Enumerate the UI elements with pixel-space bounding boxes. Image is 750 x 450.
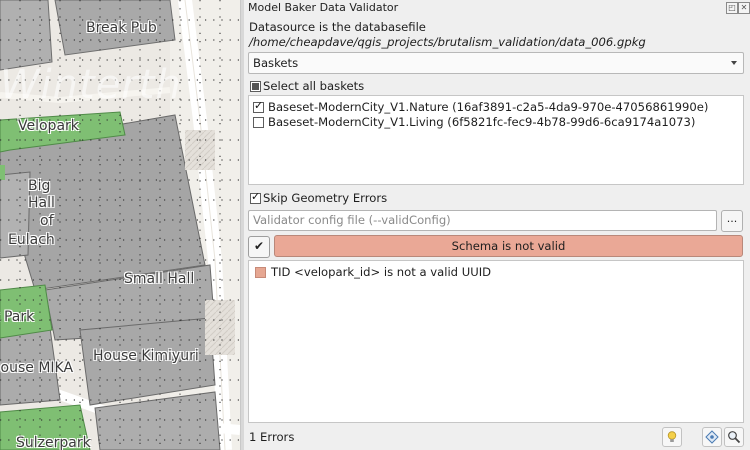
error-list[interactable]: TID <velopark_id> is not a valid UUID (248, 260, 744, 423)
float-dock-icon[interactable]: ◰ (726, 2, 738, 14)
map-label-house-mika: House MIKA (0, 360, 74, 376)
select-all-checkbox-box[interactable] (250, 81, 261, 92)
filter-mode-value: Baskets (253, 56, 299, 70)
basket-label: Baseset-ModernCity_V1.Nature (16af3891-c… (268, 100, 709, 114)
skip-geometry-label: Skip Geometry Errors (263, 191, 388, 205)
validation-result-bar: Schema is not valid (274, 235, 743, 257)
map-label-sulzerpark: Sulzerpark (16, 435, 91, 450)
map-label-house-kimiyuri: House Kimiyuri (93, 348, 199, 364)
error-item[interactable]: TID <velopark_id> is not a valid UUID (251, 264, 739, 280)
map-label-eulach: Eulach (8, 232, 55, 248)
map-label-of: of (40, 213, 54, 229)
basket-item[interactable]: Baseset-ModernCity_V1.Living (6f5821fc-f… (251, 114, 731, 129)
close-dock-icon[interactable]: ✕ (738, 2, 750, 14)
error-color-swatch (255, 267, 266, 278)
checkmark-icon: ✓ (254, 99, 264, 112)
validator-config-placeholder: Validator config file (--validConfig) (253, 213, 451, 227)
basket-checkbox[interactable] (253, 117, 264, 128)
zoom-to-layer-icon[interactable] (702, 427, 722, 447)
map-label-big: Big (28, 178, 51, 194)
basket-item[interactable]: ✓ Baseset-ModernCity_V1.Nature (16af3891… (251, 99, 731, 114)
error-count-status: 1 Errors (249, 430, 295, 444)
map-label-t-park: t Park (0, 309, 35, 325)
validator-dock-panel: Model Baker Data Validator ◰ ✕ Datasourc… (244, 0, 750, 450)
run-validation-button[interactable]: ✔ (248, 236, 270, 258)
map-label-hall: Hall (28, 195, 55, 211)
map-label-break-pub: Break Pub (86, 20, 157, 36)
skip-geometry-checkbox-box[interactable]: ✓ (250, 190, 261, 204)
checkmark-icon: ✓ (251, 190, 261, 203)
filter-mode-dropdown[interactable]: Baskets (248, 52, 744, 74)
browse-config-button[interactable]: ... (721, 210, 743, 232)
chevron-down-icon (731, 61, 737, 65)
map-watermark-label: Winterth (0, 62, 182, 108)
basket-label: Baseset-ModernCity_V1.Living (6f5821fc-f… (268, 115, 696, 129)
select-all-label: Select all baskets (263, 79, 365, 93)
datasource-path: /home/cheapdave/qgis_projects/brutalism_… (249, 35, 646, 49)
map-label-velopark: Velopark (18, 118, 79, 134)
map-label-small-hall: Small Hall (124, 271, 195, 287)
error-message: TID <velopark_id> is not a valid UUID (271, 265, 492, 279)
map-canvas[interactable]: Winterth Break Pub Velopark Big Hall of … (0, 0, 240, 450)
zoom-to-error-icon[interactable] (724, 427, 744, 447)
basket-checkbox[interactable]: ✓ (253, 99, 264, 113)
lightbulb-icon[interactable] (662, 427, 682, 447)
validator-config-input[interactable]: Validator config file (--validConfig) (248, 210, 717, 231)
dock-title: Model Baker Data Validator (248, 1, 399, 14)
datasource-info: Datasource is the databasefile /home/che… (249, 20, 744, 50)
dock-title-bar[interactable]: Model Baker Data Validator ◰ ✕ (244, 0, 750, 16)
baskets-list[interactable]: ✓ Baseset-ModernCity_V1.Nature (16af3891… (248, 95, 744, 185)
datasource-prefix: Datasource is the databasefile (249, 20, 426, 34)
